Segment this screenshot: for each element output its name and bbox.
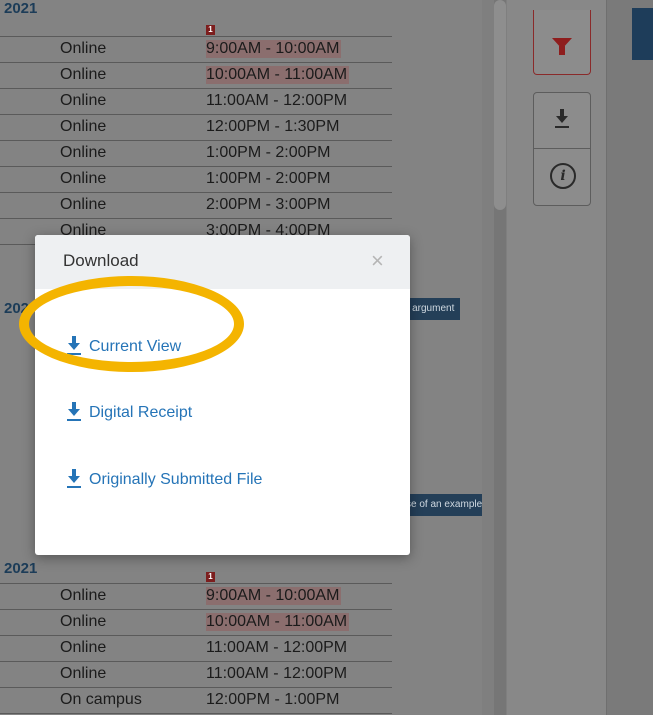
time-slot: 9:00AM - 10:00AM: [206, 40, 342, 58]
panel-tab[interactable]: [632, 8, 653, 60]
delivery-mode: Online: [60, 144, 107, 161]
info-button[interactable]: i: [534, 149, 590, 205]
delivery-mode: Online: [60, 92, 107, 109]
dialog-title: Download: [63, 251, 139, 270]
download-dialog: Download × Current View Digital Receipt …: [35, 235, 410, 555]
option-label: Digital Receipt: [89, 404, 193, 421]
delivery-mode: Online: [60, 118, 107, 135]
download-button[interactable]: [534, 93, 590, 148]
comment-tag[interactable]: se of an example: [400, 494, 482, 516]
delivery-mode: On campus: [60, 691, 142, 708]
filter-button[interactable]: [533, 10, 591, 75]
time-slot: 11:00AM - 12:00PM: [206, 665, 348, 682]
delivery-mode: Online: [60, 40, 107, 57]
table-row: Online 9:00AM - 10:00AM: [0, 583, 392, 609]
table-row: Online 10:00AM - 11:00AM: [0, 609, 392, 635]
time-slot: 11:00AM - 12:00PM: [206, 639, 348, 656]
scroll-thumb[interactable]: [494, 0, 506, 210]
delivery-mode: Online: [60, 170, 107, 187]
annotation-marker[interactable]: 1: [206, 572, 215, 582]
table-row: Online 1:00PM - 2:00PM: [0, 166, 392, 192]
time-slot: 10:00AM - 11:00AM: [206, 66, 350, 84]
table-row: Online 12:00PM - 1:30PM: [0, 114, 392, 140]
side-panel: [607, 0, 653, 715]
year-label-partial: 202: [4, 300, 30, 317]
table-row: Online 11:00AM - 12:00PM: [0, 88, 392, 114]
time-slot: 1:00PM - 2:00PM: [206, 144, 331, 161]
delivery-mode: Online: [60, 665, 107, 682]
year-label-bottom: 2021: [4, 560, 38, 577]
table-row: Online 1:00PM - 2:00PM: [0, 140, 392, 166]
table-row: On campus 12:00PM - 1:00PM: [0, 687, 392, 713]
delivery-mode: Online: [60, 587, 107, 604]
annotation-marker[interactable]: 1: [206, 25, 215, 35]
table-row: Online 11:00AM - 12:00PM: [0, 661, 392, 687]
document-scrollbar[interactable]: [494, 0, 506, 715]
table-row: Online 10:00AM - 11:00AM: [0, 62, 392, 88]
time-slot: 9:00AM - 10:00AM: [206, 587, 342, 605]
time-slot: 2:00PM - 3:00PM: [206, 196, 331, 213]
row-rule: [0, 713, 392, 714]
table-row: Online 9:00AM - 10:00AM: [0, 36, 392, 62]
tool-button-group: i: [533, 92, 591, 206]
close-icon[interactable]: ×: [371, 248, 384, 274]
table-row: Online 2:00PM - 3:00PM: [0, 192, 392, 218]
delivery-mode: Online: [60, 639, 107, 656]
dialog-header: Download ×: [35, 235, 410, 289]
download-icon: [555, 109, 569, 129]
time-slot: 12:00PM - 1:00PM: [206, 691, 340, 708]
year-label: 2021: [4, 0, 38, 17]
download-icon: [67, 469, 81, 489]
table-row: Online 11:00AM - 12:00PM: [0, 635, 392, 661]
time-slot: 11:00AM - 12:00PM: [206, 92, 348, 109]
delivery-mode: Online: [60, 196, 107, 213]
option-label: Originally Submitted File: [89, 471, 263, 488]
delivery-mode: Online: [60, 66, 107, 83]
download-icon: [67, 402, 81, 422]
option-label: Current View: [89, 338, 182, 355]
info-icon: i: [550, 163, 576, 189]
download-icon: [67, 336, 81, 356]
time-slot: 12:00PM - 1:30PM: [206, 118, 340, 135]
time-slot: 10:00AM - 11:00AM: [206, 613, 350, 631]
delivery-mode: Online: [60, 613, 107, 630]
time-slot: 1:00PM - 2:00PM: [206, 170, 331, 187]
